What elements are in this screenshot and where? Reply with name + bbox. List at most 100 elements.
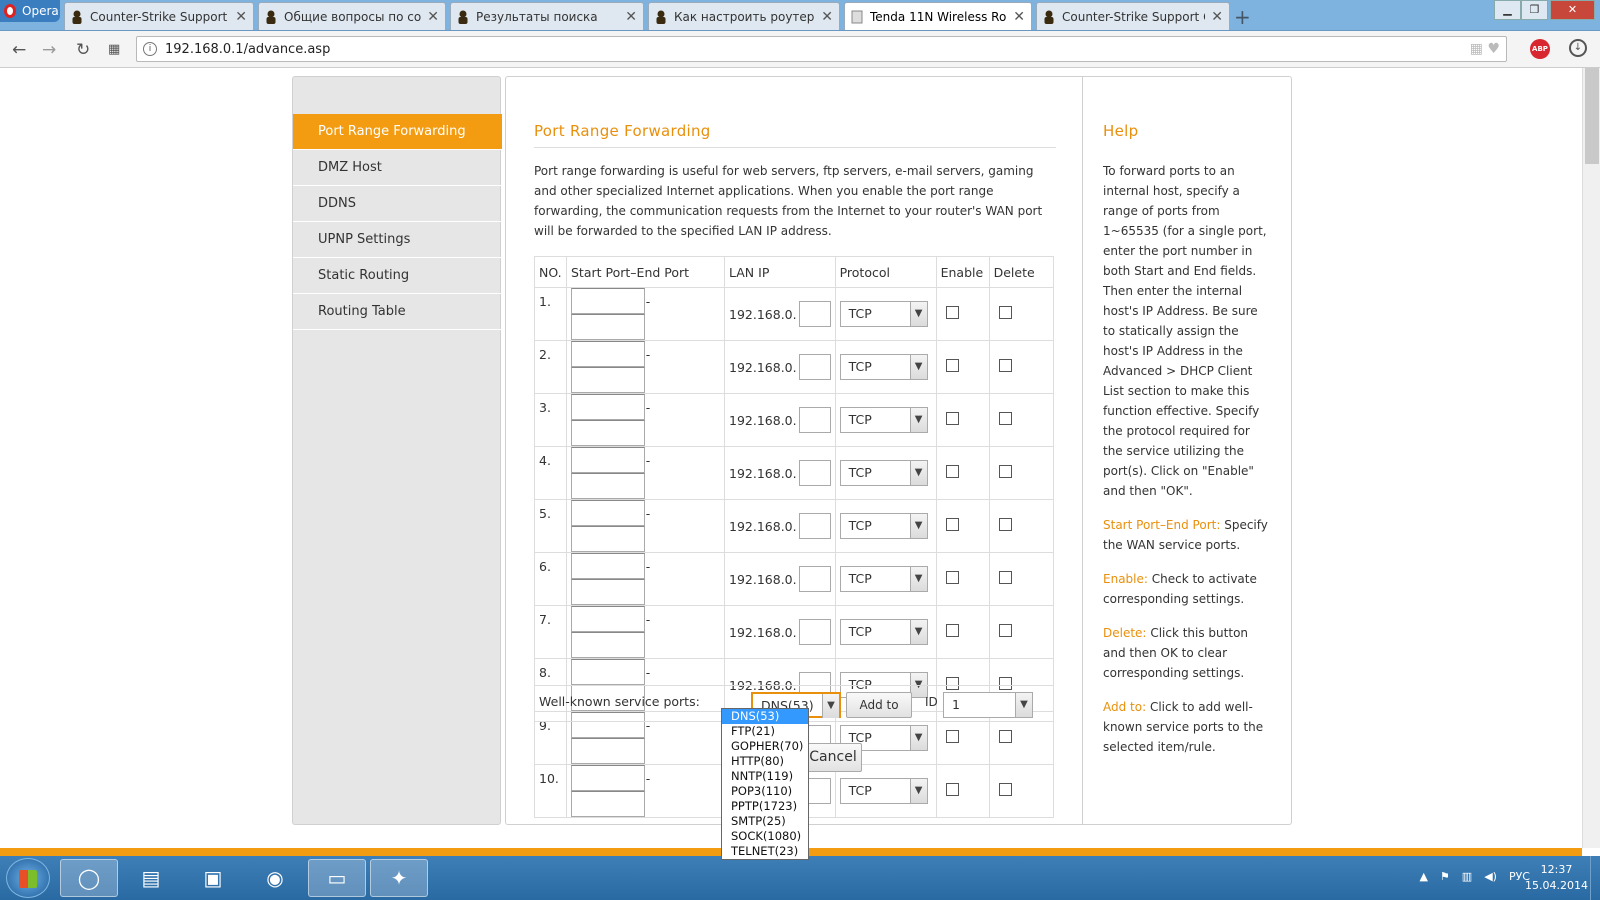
end-port-input[interactable]	[571, 738, 645, 764]
protocol-select[interactable]: TCP ▼	[839, 354, 928, 380]
adblock-icon[interactable]: ABP	[1530, 39, 1550, 59]
dropdown-option[interactable]: FTP(21)	[722, 724, 808, 739]
clock[interactable]: 12:37 15.04.2014	[1525, 862, 1588, 894]
opera-menu-button[interactable]: Opera	[0, 0, 60, 22]
enable-checkbox[interactable]	[945, 412, 959, 425]
sidebar-item-static-routing[interactable]: Static Routing	[293, 258, 502, 294]
url-bar[interactable]: i 192.168.0.1/advance.asp ▦ ♥	[136, 36, 1507, 62]
delete-checkbox[interactable]	[998, 306, 1012, 319]
delete-checkbox[interactable]	[998, 783, 1012, 796]
protocol-select[interactable]: TCP ▼	[839, 619, 928, 645]
chevron-down-icon[interactable]: ▼	[822, 694, 839, 718]
chevron-down-icon[interactable]: ▼	[909, 408, 927, 432]
browser-tab[interactable]: Counter-Strike Support Co ✕	[1036, 2, 1230, 30]
dropdown-option[interactable]: HTTP(80)	[722, 754, 808, 769]
end-port-input[interactable]	[571, 314, 645, 340]
enable-checkbox[interactable]	[945, 306, 959, 319]
start-port-input[interactable]	[571, 606, 645, 632]
tray-expand-icon[interactable]: ▲	[1419, 870, 1427, 883]
end-port-input[interactable]	[571, 791, 645, 817]
speed-dial-grid-icon[interactable]: ▦	[108, 42, 120, 57]
download-icon[interactable]: ↓	[1569, 39, 1587, 57]
start-port-input[interactable]	[571, 394, 645, 420]
sidebar-item-ddns[interactable]: DDNS	[293, 186, 502, 222]
dropdown-option[interactable]: DNS(53)	[722, 709, 808, 724]
scrollbar-thumb[interactable]	[1585, 68, 1599, 164]
lan-ip-last-octet-input[interactable]	[798, 407, 831, 433]
delete-checkbox[interactable]	[998, 730, 1012, 743]
id-select[interactable]: 1 ▼	[943, 692, 1033, 718]
start-button[interactable]	[6, 858, 50, 898]
add-to-button[interactable]: Add to	[846, 692, 912, 718]
end-port-input[interactable]	[571, 526, 645, 552]
enable-checkbox[interactable]	[945, 359, 959, 372]
end-port-input[interactable]	[571, 632, 645, 658]
protocol-select[interactable]: TCP ▼	[839, 513, 928, 539]
minimize-window-button[interactable]: ▁	[1494, 0, 1521, 20]
back-arrow-icon[interactable]: ←	[12, 40, 26, 60]
sidebar-item-dmz-host[interactable]: DMZ Host	[293, 150, 502, 186]
forward-arrow-icon[interactable]: →	[42, 40, 56, 60]
chevron-down-icon[interactable]: ▼	[909, 779, 927, 803]
start-port-input[interactable]	[571, 765, 645, 791]
close-window-button[interactable]: ✕	[1550, 0, 1595, 20]
enable-checkbox[interactable]	[945, 730, 959, 743]
browser-tab-active[interactable]: Tenda 11N Wireless Router ✕	[844, 2, 1032, 30]
delete-checkbox[interactable]	[998, 624, 1012, 637]
chevron-down-icon[interactable]: ▼	[909, 355, 927, 379]
dropdown-option[interactable]: POP3(110)	[722, 784, 808, 799]
lan-ip-last-octet-input[interactable]	[798, 619, 831, 645]
sidebar-item-upnp-settings[interactable]: UPNP Settings	[293, 222, 502, 258]
start-port-input[interactable]	[571, 447, 645, 473]
close-tab-icon[interactable]: ✕	[625, 9, 637, 25]
close-tab-icon[interactable]: ✕	[1013, 9, 1025, 25]
new-tab-button[interactable]: +	[1234, 5, 1251, 29]
end-port-input[interactable]	[571, 420, 645, 446]
page-scrollbar[interactable]	[1582, 68, 1600, 848]
sidebar-item-port-range-forwarding[interactable]: Port Range Forwarding	[293, 114, 502, 150]
delete-checkbox[interactable]	[998, 571, 1012, 584]
dropdown-option[interactable]: GOPHER(70)	[722, 739, 808, 754]
chevron-down-icon[interactable]: ▼	[909, 461, 927, 485]
protocol-select[interactable]: TCP ▼	[839, 566, 928, 592]
reload-icon[interactable]: ↻	[76, 40, 90, 60]
protocol-select[interactable]: TCP ▼	[839, 460, 928, 486]
network-icon[interactable]: ▥	[1462, 870, 1472, 883]
enable-checkbox[interactable]	[945, 783, 959, 796]
start-port-input[interactable]	[571, 659, 645, 685]
taskbar-explorer-icon[interactable]: ▭	[308, 859, 366, 897]
dropdown-option[interactable]: NNTP(119)	[722, 769, 808, 784]
dropdown-option[interactable]: SOCK(1080)	[722, 829, 808, 844]
enable-checkbox[interactable]	[945, 465, 959, 478]
taskbar-calculator-icon[interactable]: ▤	[122, 859, 180, 897]
delete-checkbox[interactable]	[998, 518, 1012, 531]
delete-checkbox[interactable]	[998, 412, 1012, 425]
close-tab-icon[interactable]: ✕	[427, 9, 439, 25]
end-port-input[interactable]	[571, 579, 645, 605]
action-center-flag-icon[interactable]: ⚑	[1440, 870, 1450, 883]
taskbar-network-icon[interactable]: ▣	[184, 859, 242, 897]
start-port-input[interactable]	[571, 500, 645, 526]
sidebar-item-routing-table[interactable]: Routing Table	[293, 294, 502, 330]
dropdown-option[interactable]: TELNET(23)	[722, 844, 808, 859]
start-port-input[interactable]	[571, 288, 645, 314]
end-port-input[interactable]	[571, 367, 645, 393]
chevron-down-icon[interactable]: ▼	[1015, 693, 1032, 717]
volume-icon[interactable]: ◀)	[1484, 870, 1497, 883]
dropdown-option[interactable]: PPTP(1723)	[722, 799, 808, 814]
cancel-button[interactable]: Cancel	[804, 743, 862, 772]
delete-checkbox[interactable]	[998, 465, 1012, 478]
site-info-icon[interactable]: i	[143, 42, 157, 56]
start-port-input[interactable]	[571, 553, 645, 579]
enable-checkbox[interactable]	[945, 518, 959, 531]
lan-ip-last-octet-input[interactable]	[798, 513, 831, 539]
taskbar-chrome-icon[interactable]: ◉	[246, 859, 304, 897]
browser-tab[interactable]: Как настроить роутер — ✕	[648, 2, 840, 30]
dropdown-option[interactable]: SMTP(25)	[722, 814, 808, 829]
delete-checkbox[interactable]	[998, 359, 1012, 372]
show-desktop-button[interactable]	[1590, 856, 1600, 900]
chevron-down-icon[interactable]: ▼	[909, 567, 927, 591]
enable-checkbox[interactable]	[945, 571, 959, 584]
chevron-down-icon[interactable]: ▼	[909, 620, 927, 644]
end-port-input[interactable]	[571, 473, 645, 499]
